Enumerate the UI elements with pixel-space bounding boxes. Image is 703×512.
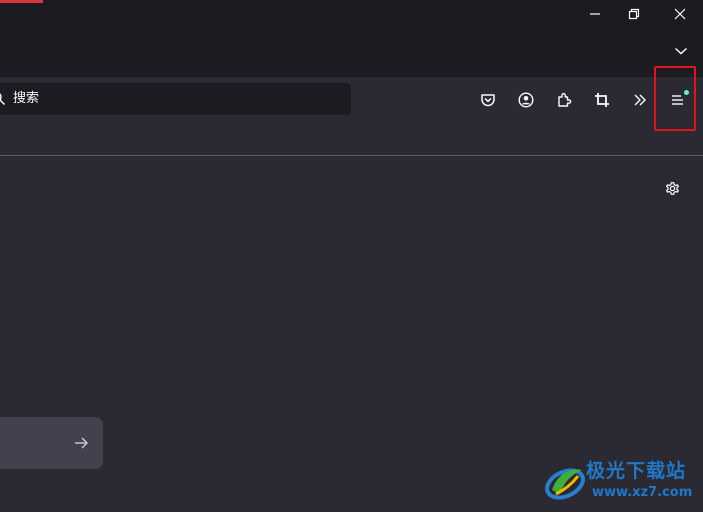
watermark: 极光下载站 www.xz7.com <box>540 458 700 506</box>
personalize-settings-button[interactable] <box>658 174 686 202</box>
close-icon <box>674 8 686 20</box>
account-button[interactable] <box>512 87 540 113</box>
watermark-url: www.xz7.com <box>592 485 693 500</box>
arrow-right-icon[interactable] <box>73 435 89 451</box>
minimize-icon <box>590 13 600 15</box>
crop-icon <box>595 93 609 107</box>
close-window-button[interactable] <box>663 0 697 28</box>
restore-icon <box>628 8 640 20</box>
search-icon <box>0 93 6 106</box>
extensions-button[interactable] <box>550 87 578 113</box>
nav-toolbar: 搜索 <box>0 77 703 156</box>
menu-highlight-annotation <box>654 66 696 131</box>
content-search-box[interactable] <box>0 417 103 469</box>
extensions-icon <box>558 92 572 107</box>
screenshot-button[interactable] <box>588 87 616 113</box>
chevron-down-icon <box>674 47 688 55</box>
account-icon <box>518 92 534 108</box>
pocket-icon <box>481 94 495 107</box>
browser-window: 搜索 极光下载站 www.xz7.com <box>0 0 703 512</box>
pocket-button[interactable] <box>474 87 502 113</box>
search-placeholder: 搜索 <box>13 91 40 106</box>
gear-icon <box>665 181 679 195</box>
title-bar <box>0 0 703 77</box>
minimize-button[interactable] <box>578 0 612 28</box>
restore-button[interactable] <box>617 0 651 28</box>
double-chevron-right-icon <box>634 94 646 106</box>
active-tab-indicator <box>0 0 43 3</box>
watermark-logo-icon <box>545 468 585 500</box>
overflow-menu-button[interactable] <box>626 87 654 113</box>
watermark-name: 极光下载站 <box>586 460 687 482</box>
list-all-tabs-button[interactable] <box>664 37 698 65</box>
search-input[interactable]: 搜索 <box>0 83 351 115</box>
